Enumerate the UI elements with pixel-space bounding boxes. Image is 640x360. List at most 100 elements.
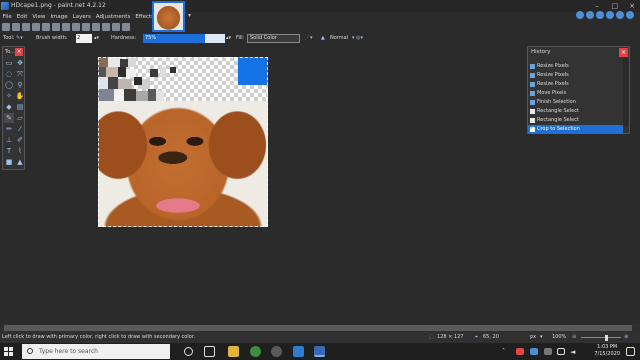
new-icon[interactable]: [2, 23, 10, 31]
history-panel-close-button[interactable]: ×: [619, 48, 628, 57]
photos-app-icon[interactable]: [293, 346, 304, 357]
menu-image[interactable]: Image: [48, 12, 70, 23]
blend-mode-icon[interactable]: ▲: [321, 33, 325, 44]
print-icon[interactable]: [32, 23, 40, 31]
gradient-icon[interactable]: ▤: [15, 102, 25, 112]
paint-bucket-icon[interactable]: ◆: [4, 102, 14, 112]
tray-chevron-icon[interactable]: ˄: [502, 348, 510, 355]
image-tab[interactable]: [152, 1, 185, 32]
menu-file[interactable]: File: [0, 12, 14, 23]
tray-app-icon[interactable]: [516, 348, 524, 355]
antialias-icon[interactable]: ⋰▾: [305, 33, 313, 44]
tray-cloud-icon[interactable]: [530, 348, 538, 355]
units-dropdown-arrow-icon[interactable]: ▾: [540, 332, 543, 343]
paintbrush-tool-icon[interactable]: ✎: [4, 113, 14, 123]
zoom-slider-thumb[interactable]: [605, 335, 608, 341]
history-undo-icon[interactable]: ↶: [530, 125, 535, 132]
zoom-level[interactable]: 100%: [552, 332, 566, 343]
recolor-icon[interactable]: ✐: [15, 135, 25, 145]
history-item-selected[interactable]: Crop to Selection: [528, 125, 623, 134]
shapes-icon[interactable]: ■: [4, 157, 14, 167]
crop-icon[interactable]: [72, 23, 80, 31]
tab-dropdown-icon[interactable]: ▾: [188, 12, 191, 19]
history-item[interactable]: Finish Selection: [528, 98, 623, 107]
zoom-in-icon[interactable]: ⊕: [624, 332, 628, 343]
camera-app-icon[interactable]: [271, 346, 282, 357]
text-icon[interactable]: T: [4, 146, 14, 156]
menu-adjustments[interactable]: Adjustments: [93, 12, 132, 23]
blend-mode-dropdown[interactable]: Normal: [330, 33, 348, 44]
blend-mode-arrow-icon[interactable]: ▾ ◎▾: [352, 33, 363, 44]
paintbrush-icon[interactable]: ✎▾: [16, 33, 23, 44]
units-dropdown[interactable]: px: [530, 332, 536, 343]
history-item[interactable]: Resize Pixels: [528, 62, 623, 71]
history-item[interactable]: Rectangle Select: [528, 116, 623, 125]
file-explorer-icon[interactable]: [228, 346, 239, 357]
open-icon[interactable]: [12, 23, 20, 31]
notifications-icon[interactable]: [626, 347, 635, 356]
pencil-icon[interactable]: ✏: [4, 124, 14, 134]
move-selection-icon[interactable]: ✥: [15, 58, 25, 68]
layers-toggle-icon[interactable]: [596, 11, 604, 19]
maximize-icon[interactable]: □: [608, 1, 622, 11]
clone-stamp-icon[interactable]: ⊥: [4, 135, 14, 145]
fill-dropdown[interactable]: Solid Color: [247, 34, 300, 43]
copy-icon[interactable]: [52, 23, 60, 31]
colors-toggle-icon[interactable]: [606, 11, 614, 19]
move-selected-icon[interactable]: ⤧: [15, 69, 25, 79]
ruler-icon[interactable]: [122, 23, 130, 31]
menu-edit[interactable]: Edit: [14, 12, 30, 23]
close-icon[interactable]: ×: [625, 1, 639, 11]
tools-panel-close-button[interactable]: ×: [15, 48, 23, 56]
eraser-icon[interactable]: ▱: [15, 113, 25, 123]
magic-wand-icon[interactable]: ✧: [4, 91, 14, 101]
grid-icon[interactable]: [112, 23, 120, 31]
zoom-out-icon[interactable]: ⊖: [572, 332, 576, 343]
tray-network-icon[interactable]: [557, 348, 565, 355]
zoom-slider[interactable]: [581, 337, 621, 338]
ellipse-select-icon[interactable]: ◯: [4, 80, 14, 90]
menu-view[interactable]: View: [30, 12, 48, 23]
cut-icon[interactable]: [42, 23, 50, 31]
help-icon[interactable]: [626, 11, 634, 19]
tray-battery-icon[interactable]: [544, 348, 552, 355]
deselect-icon[interactable]: [82, 23, 90, 31]
hardness-stepper-icon[interactable]: ▴▾: [226, 33, 231, 44]
zoom-icon[interactable]: ⚲: [15, 80, 25, 90]
brush-width-input[interactable]: 2: [76, 34, 92, 43]
shapes-extra-icon[interactable]: ▲: [15, 157, 25, 167]
tray-volume-icon[interactable]: ◄: [570, 348, 578, 356]
paintnet-taskbar-icon[interactable]: [314, 346, 325, 357]
history-item[interactable]: Resize Pixels: [528, 80, 623, 89]
paste-icon[interactable]: [62, 23, 70, 31]
rectangle-select-icon[interactable]: ▭: [4, 58, 14, 68]
image-canvas[interactable]: [98, 57, 268, 227]
save-icon[interactable]: [22, 23, 30, 31]
history-item[interactable]: Rectangle Select: [528, 107, 623, 116]
color-picker-icon[interactable]: ⁄: [15, 124, 25, 134]
history-item[interactable]: Resize Pixels: [528, 71, 623, 80]
menu-layers[interactable]: Layers: [70, 12, 93, 23]
windows-start-icon[interactable]: [4, 347, 14, 357]
history-toggle-icon[interactable]: [586, 11, 594, 19]
redo-icon[interactable]: [102, 23, 110, 31]
chrome-icon[interactable]: [250, 346, 261, 357]
taskbar-clock[interactable]: 1:03 PM 7/15/2020: [594, 344, 620, 358]
scrollbar-thumb[interactable]: [4, 325, 632, 331]
taskbar-search-box[interactable]: Type here to search: [22, 344, 170, 359]
line-curve-icon[interactable]: ⌇: [15, 146, 25, 156]
cortana-icon[interactable]: [184, 347, 193, 356]
pan-icon[interactable]: ✋: [15, 91, 25, 101]
lasso-select-icon[interactable]: ◌: [4, 69, 14, 79]
task-view-icon[interactable]: [204, 346, 215, 357]
history-item[interactable]: Move Pixels: [528, 89, 623, 98]
brush-width-stepper-icon[interactable]: ▴▾: [94, 33, 99, 44]
tools-toggle-icon[interactable]: [576, 11, 584, 19]
history-scrollbar[interactable]: [623, 58, 629, 126]
history-redo-icon[interactable]: ↷: [537, 125, 542, 132]
settings-icon[interactable]: [616, 11, 624, 19]
hardness-slider[interactable]: 75%: [143, 34, 225, 43]
horizontal-scrollbar[interactable]: [0, 324, 640, 332]
minimize-icon[interactable]: –: [590, 1, 604, 11]
undo-icon[interactable]: [92, 23, 100, 31]
